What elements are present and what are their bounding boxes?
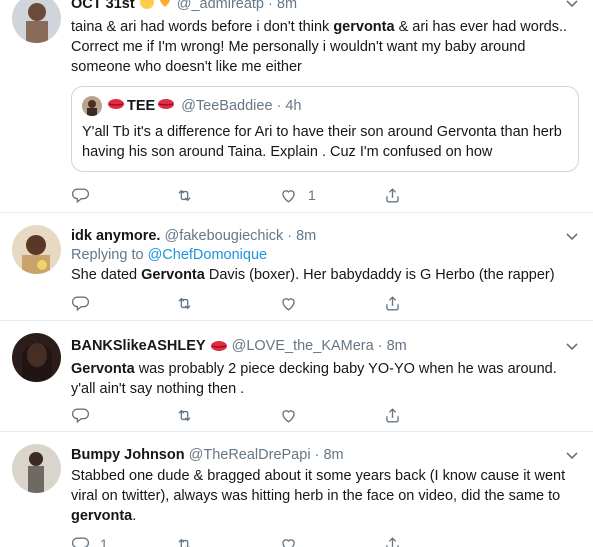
- quoted-tweet[interactable]: TEE @TeeBaddiee · 4h Y'all Tb it's a dif…: [71, 86, 579, 172]
- quote-avatar: [82, 96, 102, 116]
- quote-display-name: TEE: [127, 98, 156, 114]
- chevron-down-icon[interactable]: [565, 229, 579, 243]
- avatar[interactable]: [12, 0, 61, 43]
- tweet-actions: [71, 292, 487, 314]
- share-icon: [386, 295, 399, 311]
- share-icon: [386, 187, 399, 203]
- lips-icon: [107, 97, 125, 115]
- retweet-button[interactable]: [175, 535, 279, 547]
- retweet-icon: [178, 538, 191, 547]
- chevron-down-icon[interactable]: [565, 448, 579, 462]
- lips-icon: [157, 97, 175, 115]
- timestamp[interactable]: 8m: [387, 338, 407, 354]
- retweet-icon: [178, 189, 191, 201]
- handle[interactable]: @LOVE_the_KAMera: [232, 338, 374, 354]
- reply-icon: [71, 536, 90, 547]
- avatar[interactable]: [12, 225, 61, 274]
- tweet-text: Gervonta was probably 2 piece decking ba…: [71, 361, 557, 397]
- quote-handle: @TeeBaddiee: [181, 98, 273, 114]
- share-button[interactable]: [383, 186, 487, 205]
- tweet-text: Stabbed one dude & bragged about it some…: [71, 468, 566, 524]
- reply-button[interactable]: [71, 294, 175, 313]
- retweet-button[interactable]: [175, 186, 279, 205]
- handle[interactable]: @fakebougiechick: [164, 228, 283, 244]
- reply-button[interactable]: [71, 186, 175, 205]
- quote-timestamp: 4h: [285, 98, 302, 114]
- handle[interactable]: @_admireatp: [177, 0, 264, 12]
- chevron-down-icon[interactable]: [565, 339, 579, 353]
- tweet[interactable]: Bumpy Johnson @TheRealDrePapi · 8m Stabb…: [0, 432, 593, 547]
- like-icon: [282, 409, 295, 423]
- avatar[interactable]: [12, 444, 61, 493]
- retweet-icon: [178, 409, 191, 421]
- reply-count: 1: [100, 536, 108, 547]
- tweet-actions: 1: [71, 184, 487, 206]
- display-name[interactable]: OCT 31st: [71, 0, 135, 12]
- display-name[interactable]: Bumpy Johnson: [71, 447, 185, 463]
- display-name[interactable]: idk anymore.: [71, 228, 160, 244]
- timestamp[interactable]: 8m: [277, 0, 297, 12]
- chevron-down-icon[interactable]: [565, 0, 579, 10]
- tweet-actions: 1: [71, 533, 487, 547]
- tweet-header: BANKSlikeASHLEY @LOVE_the_KAMera · 8m: [71, 337, 579, 357]
- replying-to: Replying to @ChefDomonique: [71, 247, 268, 263]
- handle[interactable]: @TheRealDrePapi: [189, 447, 311, 463]
- reply-button[interactable]: 1: [71, 535, 175, 547]
- quote-text: Y'all Tb it's a difference for Ari to ha…: [82, 124, 562, 160]
- lips-icon: [210, 339, 228, 357]
- tweet-actions: [71, 404, 487, 426]
- tweet[interactable]: OCT 31st @_admireatp · 8m taina & ari ha…: [0, 0, 593, 213]
- tweet-text: taina & ari had words before i don't thi…: [71, 19, 568, 75]
- display-name[interactable]: BANKSlikeASHLEY: [71, 338, 206, 354]
- mention-link[interactable]: @ChefDomonique: [148, 247, 268, 263]
- share-icon: [386, 536, 399, 547]
- reply-button[interactable]: [71, 406, 175, 425]
- share-icon: [386, 407, 399, 423]
- retweet-button[interactable]: [175, 406, 279, 425]
- avatar[interactable]: [12, 333, 61, 382]
- like-count: 1: [308, 187, 316, 203]
- share-button[interactable]: [383, 535, 487, 547]
- tweet[interactable]: BANKSlikeASHLEY @LOVE_the_KAMera · 8m Ge…: [0, 321, 593, 432]
- reply-icon: [71, 187, 90, 203]
- like-button[interactable]: [279, 535, 383, 547]
- retweet-button[interactable]: [175, 294, 279, 313]
- timestamp[interactable]: 8m: [323, 447, 343, 463]
- emoji-icons: [139, 0, 173, 15]
- like-button[interactable]: [279, 406, 383, 425]
- tweet-header: OCT 31st @_admireatp · 8m: [71, 0, 579, 15]
- like-icon: [282, 189, 295, 203]
- like-icon: [282, 297, 295, 311]
- tweet-header: idk anymore. @fakebougiechick · 8m: [71, 228, 317, 244]
- like-icon: [282, 538, 295, 547]
- quote-header: TEE @TeeBaddiee · 4h: [82, 96, 302, 116]
- tweet-header: Bumpy Johnson @TheRealDrePapi · 8m: [71, 447, 344, 463]
- timestamp[interactable]: 8m: [296, 228, 316, 244]
- reply-icon: [71, 295, 90, 311]
- like-button[interactable]: [279, 294, 383, 313]
- reply-icon: [71, 407, 90, 423]
- tweet[interactable]: idk anymore. @fakebougiechick · 8m Reply…: [0, 213, 593, 321]
- share-button[interactable]: [383, 294, 487, 313]
- like-button[interactable]: 1: [279, 186, 383, 205]
- tweet-text: She dated Gervonta Davis (boxer). Her ba…: [71, 267, 555, 283]
- retweet-icon: [178, 297, 191, 309]
- share-button[interactable]: [383, 406, 487, 425]
